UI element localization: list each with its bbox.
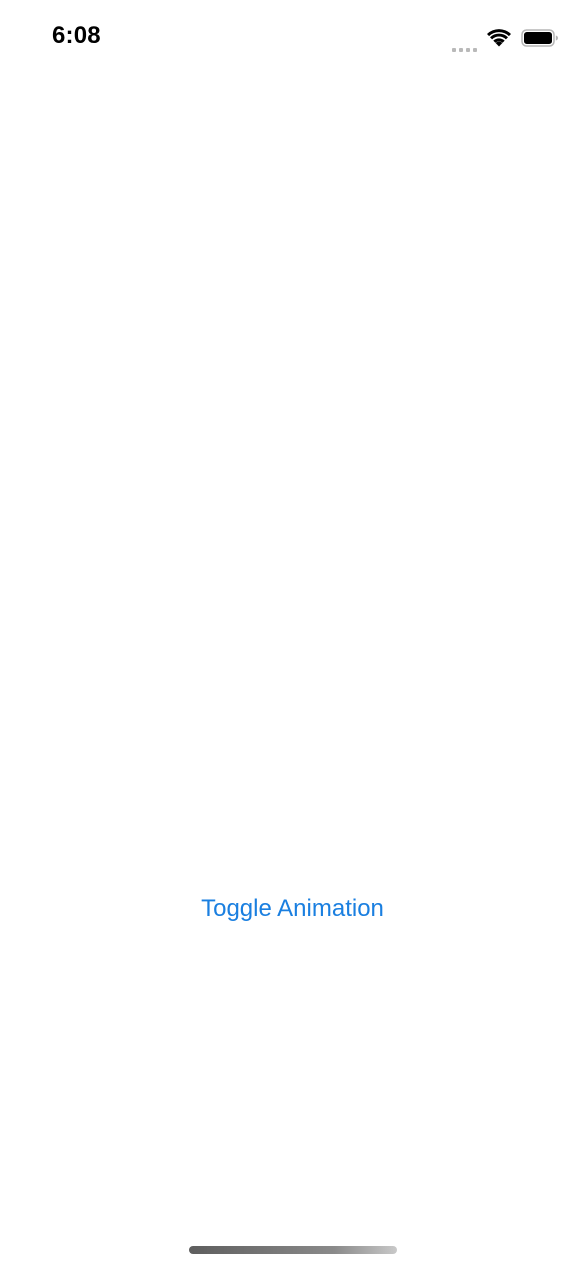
home-indicator[interactable] <box>189 1246 397 1254</box>
status-icons <box>452 25 559 52</box>
wifi-icon <box>487 28 511 48</box>
battery-icon <box>521 28 559 48</box>
main-content: Toggle Animation <box>0 76 585 1236</box>
status-bar: 6:08 <box>0 0 585 76</box>
cellular-signal-icon <box>452 25 477 52</box>
status-time: 6:08 <box>52 22 101 49</box>
toggle-animation-button[interactable]: Toggle Animation <box>0 895 585 923</box>
